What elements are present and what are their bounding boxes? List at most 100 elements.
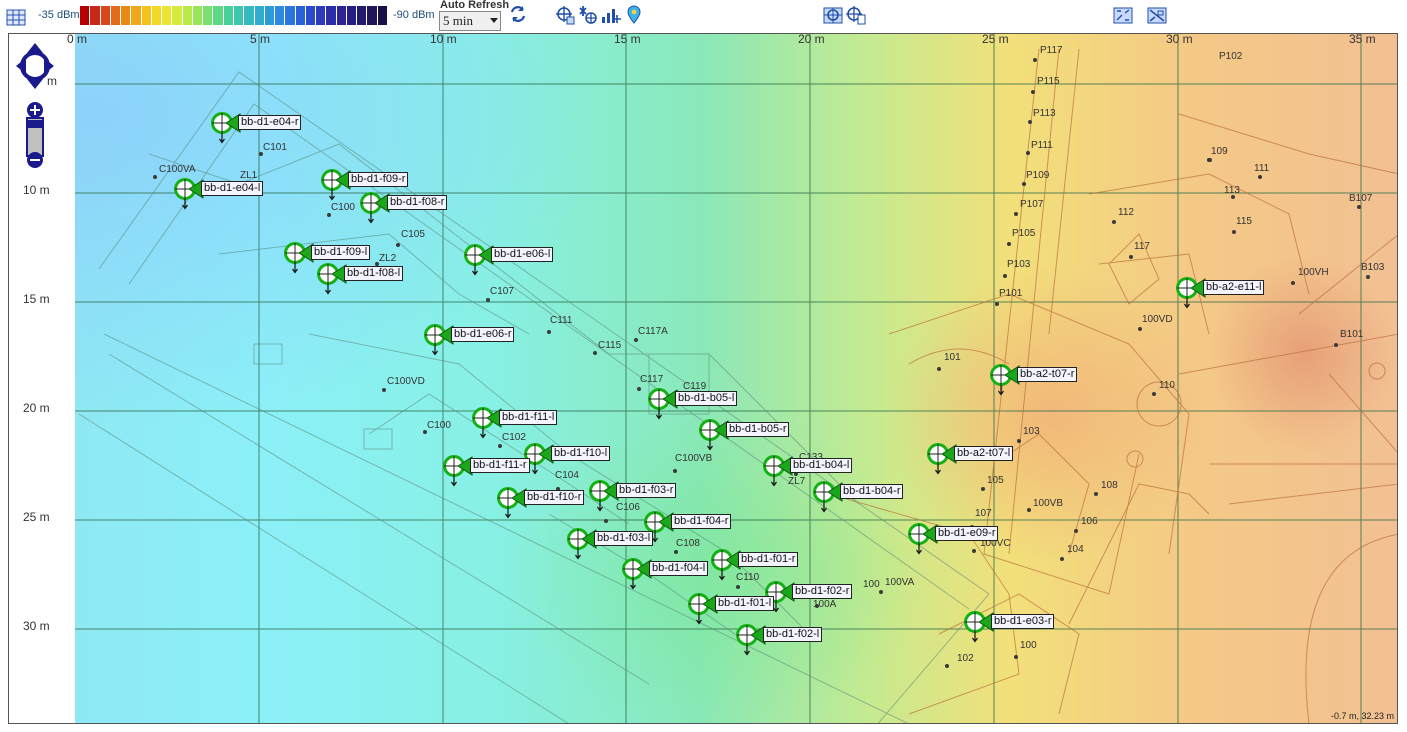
map-pin-icon[interactable] [624,5,644,25]
y-tick: 20 m [23,401,50,415]
access-point-label[interactable]: bb-d1-f02-r [792,584,853,599]
room-label: ZL2 [379,253,397,264]
pan-control[interactable] [15,41,55,91]
access-point-marker[interactable]: bb-d1-f10-r [496,486,585,525]
pan-left-icon [16,58,26,74]
access-point-label[interactable]: bb-d1-f04-r [671,514,732,529]
access-point-label[interactable]: bb-d1-f09-r [348,172,409,187]
access-point-marker[interactable]: bb-d1-f11-r [442,454,530,493]
auto-refresh-value: 5 min [443,13,473,28]
access-point-marker[interactable]: bb-d1-f01-r [710,548,799,587]
zoom-fit-icon[interactable] [1113,5,1133,25]
access-point-marker[interactable]: bb-d1-e09-r [907,522,999,561]
access-point-marker[interactable]: bb-d1-b04-r [812,480,904,519]
building-a-outline [828,48,1397,723]
access-point-label[interactable]: bb-d1-f11-r [470,458,530,473]
access-point-label[interactable]: bb-d1-f03-r [616,483,677,498]
access-point-marker[interactable]: bb-d1-f08-r [359,191,448,230]
access-point-marker[interactable]: bb-d1-f02-l [735,623,823,662]
access-point-label[interactable]: bb-d1-f11-l [499,410,558,425]
access-point-label[interactable]: bb-d1-f02-l [763,627,823,642]
room-label: 117 [1134,241,1150,252]
legend-swatch [100,6,110,25]
access-point-marker[interactable]: bb-d1-f08-l [316,262,404,301]
room-label: C101 [263,142,287,153]
access-point-marker[interactable]: bb-d1-e03-r [963,610,1055,649]
grid-icon[interactable] [6,7,26,27]
access-point-marker[interactable]: bb-a2-t07-l [926,442,1014,481]
legend-swatch [377,6,387,25]
access-point-label[interactable]: bb-d1-e03-r [991,614,1055,629]
access-point-marker[interactable]: bb-d1-f04-l [621,557,709,596]
auto-refresh-select[interactable]: 5 min [439,11,501,31]
access-point-marker[interactable]: bb-d1-f10-l [523,442,611,481]
locate-ap-icon[interactable] [555,5,575,25]
heatmap-view[interactable]: m 10 m 15 m 20 m 25 m 30 m 0 m 5 m 10 m … [8,33,1398,724]
access-point-marker[interactable]: bb-d1-e04-l [173,177,264,216]
access-point-label[interactable]: bb-d1-f10-r [524,490,585,505]
room-label: C100VD [387,376,425,387]
access-point-label[interactable]: bb-d1-f04-l [649,561,709,576]
legend-swatch [203,6,213,25]
access-point-marker[interactable]: bb-d1-b05-l [647,387,738,426]
access-point-label[interactable]: bb-d1-f08-r [387,195,448,210]
toolbar: -35 dBm -90 dBm Auto Refresh 5 min [0,0,1407,32]
room-label: 104 [1067,544,1084,555]
access-point-label[interactable]: bb-d1-e04-r [238,115,302,130]
access-point-label[interactable]: bb-d1-f10-l [551,446,611,461]
grid-lines [75,34,1397,723]
access-point-marker[interactable]: bb-d1-e06-l [463,243,554,282]
room-label: 100VD [1142,314,1173,325]
access-point-label[interactable]: bb-d1-f03-l [594,531,654,546]
legend-swatch [233,6,244,25]
access-point-label[interactable]: bb-d1-e06-r [451,327,515,342]
zoom-slider[interactable] [25,102,45,168]
legend-swatch [141,6,151,25]
room-label: 110 [1159,380,1175,391]
access-point-marker[interactable]: bb-d1-b04-l [762,454,853,493]
access-point-label[interactable]: bb-d1-f08-l [344,266,404,281]
target-clipboard-icon[interactable] [846,5,866,25]
target-grid-icon[interactable] [823,5,843,25]
access-point-label[interactable]: bb-a2-e11-l [1203,280,1265,295]
access-point-label[interactable]: bb-d1-b04-r [840,484,904,499]
access-point-marker[interactable]: bb-a2-e11-l [1175,276,1265,315]
room-label: 103 [1023,426,1040,437]
legend-swatch [110,6,121,25]
access-point-marker[interactable]: bb-d1-f11-l [471,406,558,445]
room-label: P111 [1031,140,1053,151]
room-label: 109 [1211,146,1228,157]
cursor-coordinates: -0.7 m, 32.23 m [1330,711,1394,721]
access-point-label[interactable]: bb-d1-b05-r [726,422,790,437]
access-point-label[interactable]: bb-d1-b04-l [790,458,853,473]
signal-legend-bar [80,6,388,25]
pan-down-icon [27,79,43,89]
room-label: P102 [1219,51,1243,62]
zoom-selection-icon[interactable] [1147,5,1167,25]
access-point-label[interactable]: bb-d1-b05-l [675,391,738,406]
room-label: 102 [957,653,974,664]
room-label: B101 [1340,329,1364,340]
access-point-label[interactable]: bb-a2-t07-l [954,446,1014,461]
access-point-label[interactable]: bb-a2-t07-r [1017,367,1078,382]
access-point-marker[interactable]: bb-d1-b05-r [698,418,790,457]
access-point-marker[interactable]: bb-a2-t07-r [989,363,1078,402]
access-point-marker[interactable]: bb-d1-f03-r [588,479,677,518]
room-label: C100VA [159,164,196,175]
access-point-marker[interactable]: bb-d1-e06-r [423,323,515,362]
access-point-marker[interactable]: bb-d1-e04-r [210,111,302,150]
access-point-marker[interactable]: bb-d1-f01-l [687,592,775,631]
access-point-marker[interactable]: bb-d1-f03-l [566,527,654,566]
access-point-label[interactable]: bb-d1-f09-l [311,245,371,260]
room-label: C107 [490,286,514,297]
access-point-label[interactable]: bb-d1-e09-r [935,526,999,541]
legend-swatch [80,6,90,25]
access-point-label[interactable]: bb-d1-e04-l [201,181,264,196]
signal-bars-icon[interactable] [601,5,621,25]
access-point-label[interactable]: bb-d1-f01-l [715,596,775,611]
access-point-label[interactable]: bb-d1-f01-r [738,552,799,567]
refresh-icon[interactable] [508,4,528,24]
legend-swatch [223,6,233,25]
sensor-icon[interactable] [578,5,598,25]
access-point-label[interactable]: bb-d1-e06-l [491,247,554,262]
